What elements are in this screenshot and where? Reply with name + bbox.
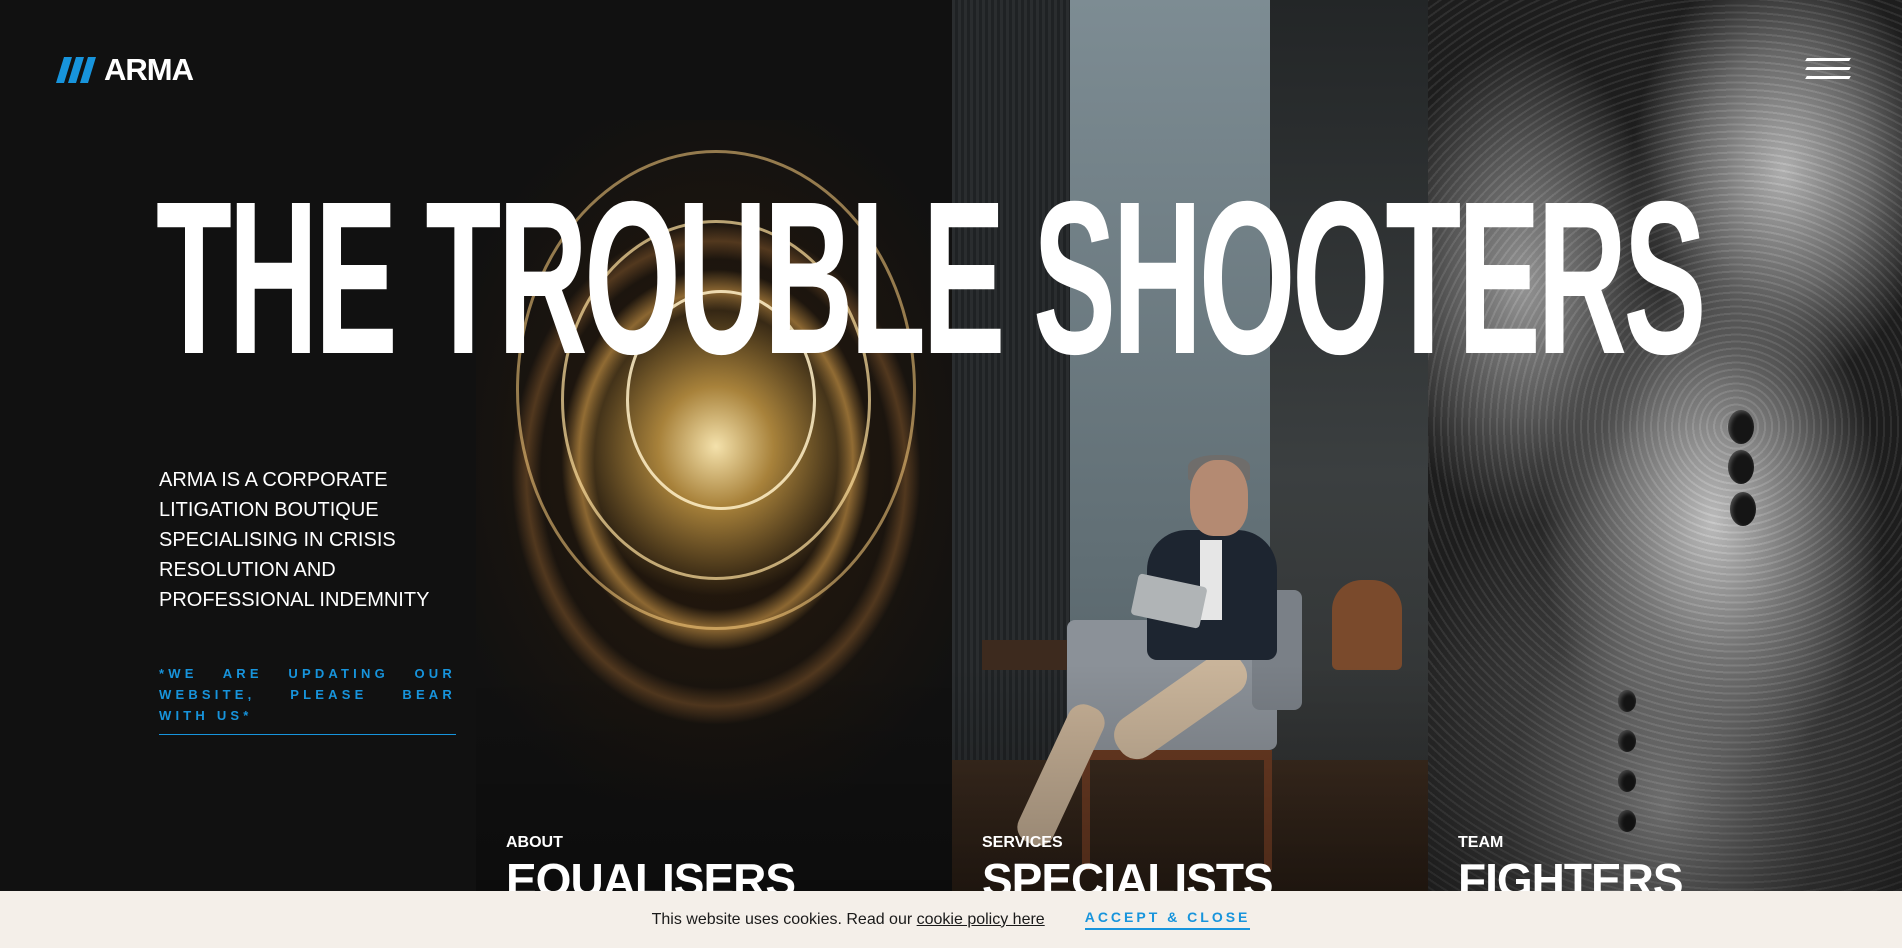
site-logo[interactable]: ARMA	[56, 52, 194, 88]
section-label-about[interactable]: ABOUT	[506, 834, 563, 852]
arma-slash-logo-icon	[56, 57, 96, 83]
hamburger-menu-icon[interactable]	[1800, 56, 1851, 82]
section-label-team[interactable]: TEAM	[1458, 834, 1503, 852]
accept-close-button[interactable]: ACCEPT & CLOSE	[1084, 909, 1251, 930]
website-update-notice: *WE ARE UPDATING OUR WEBSITE, PLEASE BEA…	[159, 663, 456, 735]
cookie-policy-link[interactable]: cookie policy here	[917, 911, 1045, 928]
cookie-banner: This website uses cookies. Read our cook…	[0, 891, 1902, 948]
brand-name: ARMA	[104, 52, 194, 87]
cookie-message: This website uses cookies. Read our cook…	[652, 911, 1045, 929]
services-panel-image[interactable]	[952, 0, 1428, 948]
team-panel-image[interactable]	[1428, 0, 1902, 948]
hero-title: THE TROUBLE SHOOTERS	[156, 157, 1706, 400]
cookie-text: This website uses cookies. Read our	[651, 910, 917, 928]
about-panel-image[interactable]	[476, 0, 952, 948]
section-label-services[interactable]: SERVICES	[982, 834, 1063, 852]
intro-text: ARMA IS A CORPORATE LITIGATION BOUTIQUE …	[159, 469, 430, 611]
